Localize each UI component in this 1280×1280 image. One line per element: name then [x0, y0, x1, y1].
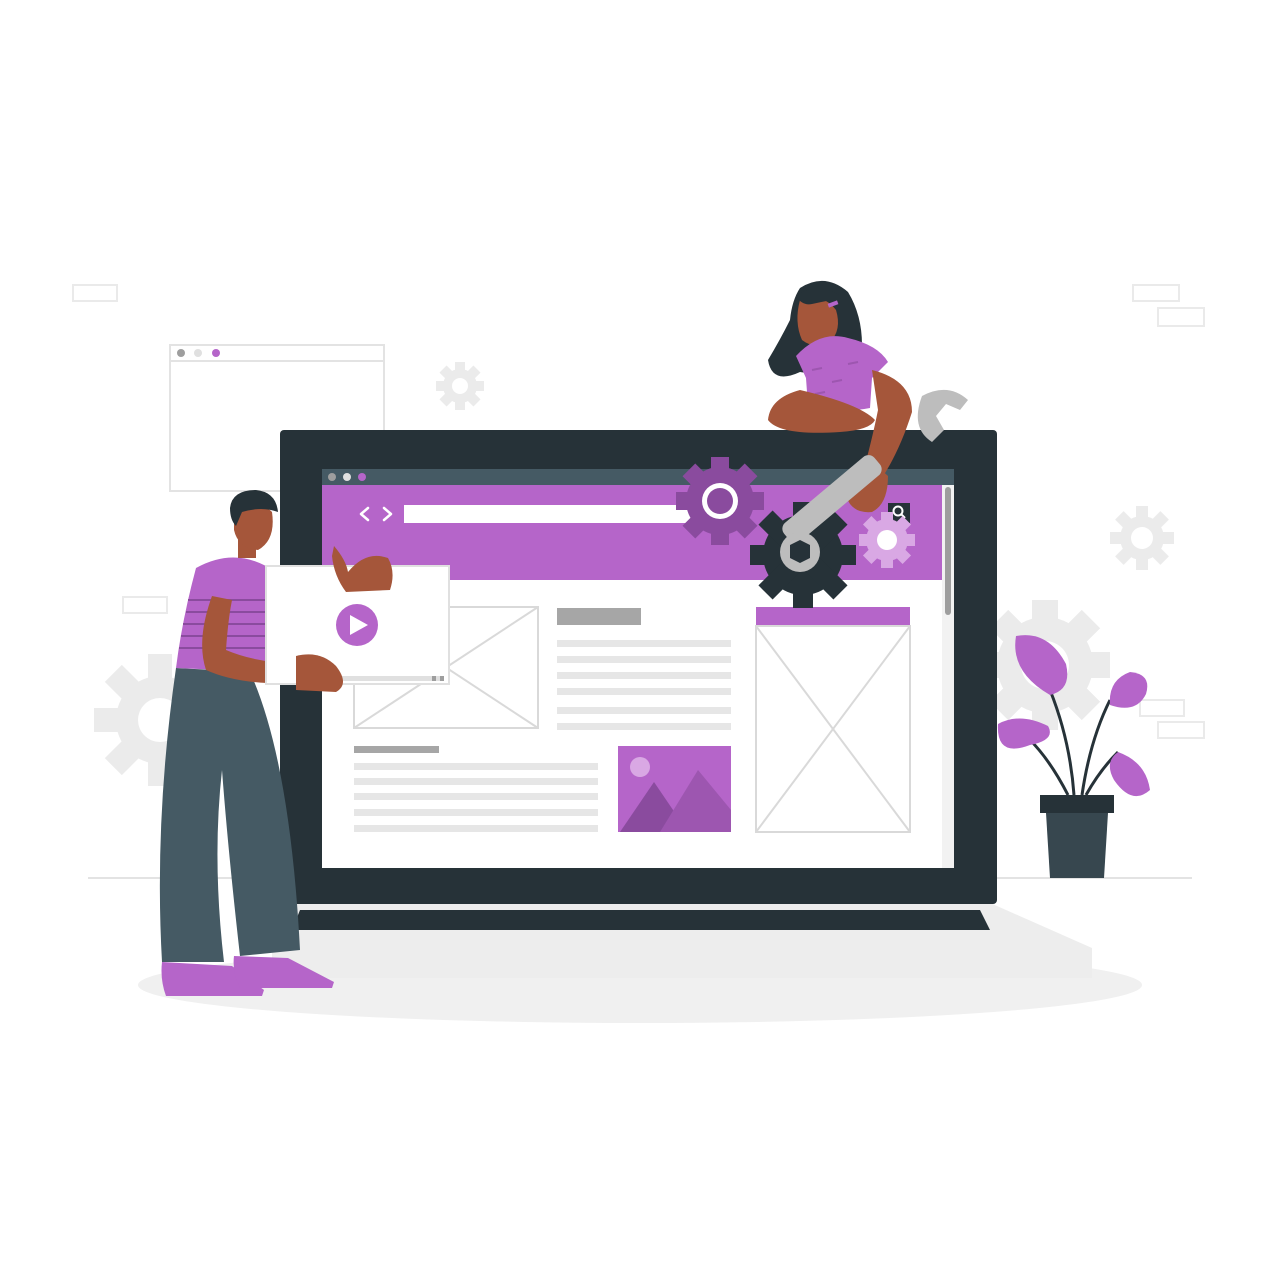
- gear-icon: [676, 457, 764, 545]
- deco-bar: [122, 596, 168, 614]
- address-bar[interactable]: [404, 505, 704, 523]
- window-dot: [194, 349, 202, 357]
- deco-bar: [1132, 284, 1180, 302]
- deco-bar: [1157, 307, 1205, 327]
- leaf: [1109, 672, 1148, 708]
- pot-rim: [1040, 795, 1114, 813]
- scrollbar-thumb[interactable]: [945, 487, 951, 615]
- deco-bar: [1157, 721, 1205, 739]
- gear-icon: [859, 512, 915, 568]
- pot: [1046, 813, 1108, 878]
- gear-icon: [436, 362, 484, 410]
- laptop-keyboard-slot: [292, 910, 990, 930]
- leaf: [1109, 752, 1150, 797]
- window-dot: [328, 473, 336, 481]
- sidebar-placeholder: [755, 607, 911, 833]
- mountain-image-icon: [618, 746, 731, 832]
- section-heading-placeholder: [557, 608, 641, 625]
- gear-icon: [1110, 506, 1174, 570]
- deco-bar: [72, 284, 118, 302]
- window-dot: [358, 473, 366, 481]
- subheading-placeholder: [354, 746, 439, 753]
- website-maintenance-illustration: [72, 280, 1205, 1023]
- window-dot: [212, 349, 220, 357]
- pants: [159, 668, 300, 962]
- window-dot: [177, 349, 185, 357]
- deco-bar: [1139, 699, 1185, 717]
- window-dot: [343, 473, 351, 481]
